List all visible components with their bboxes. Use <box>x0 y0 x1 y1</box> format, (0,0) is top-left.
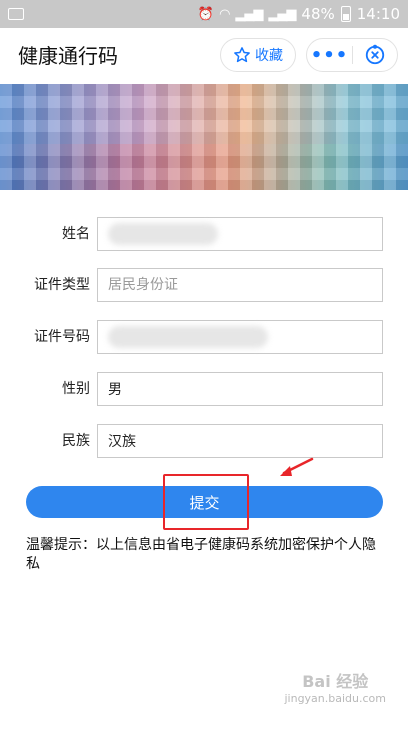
mini-program-capsule: ••• <box>306 38 398 72</box>
battery-percent: 48% <box>301 5 335 23</box>
watermark: Bai 经验 jingyan.baidu.com <box>284 668 386 705</box>
watermark-logo: Bai 经验 <box>302 672 369 691</box>
id-number-label: 证件号码 <box>34 329 90 345</box>
more-button[interactable]: ••• <box>307 39 352 71</box>
favorite-button[interactable]: 收藏 <box>220 38 296 72</box>
page: ⏰ ◠ ▂▄▆ ▂▄▆ 48% 14:10 健康通行码 收藏 ••• 姓名 证件… <box>0 0 408 731</box>
banner-mosaic <box>0 84 408 190</box>
redacted-name <box>108 223 218 245</box>
watermark-url: jingyan.baidu.com <box>284 692 386 705</box>
gender-label: 性别 <box>62 381 90 397</box>
signal-icon-2: ▂▄▆ <box>268 6 296 22</box>
wifi-icon: ◠ <box>219 6 230 22</box>
close-icon <box>365 44 385 65</box>
gender-row: 性别 <box>0 372 408 406</box>
annotation-highlight-box <box>163 474 249 530</box>
status-icons: ⏰ ◠ ▂▄▆ ▂▄▆ 48% 14:10 <box>198 5 400 23</box>
privacy-tip: 温馨提示：以上信息由省电子健康码系统加密保护个人隐私 <box>26 537 376 572</box>
name-row: 姓名 <box>0 217 408 251</box>
id-type-row: 证件类型 <box>0 268 408 302</box>
ethnicity-label: 民族 <box>62 433 90 449</box>
star-icon <box>234 47 250 63</box>
status-bar: ⏰ ◠ ▂▄▆ ▂▄▆ 48% 14:10 <box>0 0 408 28</box>
name-label: 姓名 <box>62 226 90 242</box>
image-icon <box>8 8 24 20</box>
favorite-label: 收藏 <box>255 48 283 64</box>
redacted-id-number <box>108 326 268 348</box>
annotation-arrow-icon <box>280 457 314 476</box>
id-type-input[interactable] <box>97 268 383 302</box>
clock: 14:10 <box>356 5 400 23</box>
battery-icon <box>340 6 351 22</box>
id-number-row: 证件号码 <box>0 320 408 354</box>
ethnicity-input[interactable] <box>97 424 383 458</box>
gender-input[interactable] <box>97 372 383 406</box>
signal-icon: ▂▄▆ <box>235 6 263 22</box>
close-button[interactable] <box>353 39 397 71</box>
alarm-icon: ⏰ <box>197 6 214 22</box>
id-type-label: 证件类型 <box>34 277 90 293</box>
more-icon: ••• <box>310 44 349 66</box>
page-title: 健康通行码 <box>18 43 118 68</box>
ethnicity-row: 民族 <box>0 424 408 458</box>
app-header: 健康通行码 收藏 ••• <box>0 28 408 80</box>
banner-image <box>0 84 408 190</box>
